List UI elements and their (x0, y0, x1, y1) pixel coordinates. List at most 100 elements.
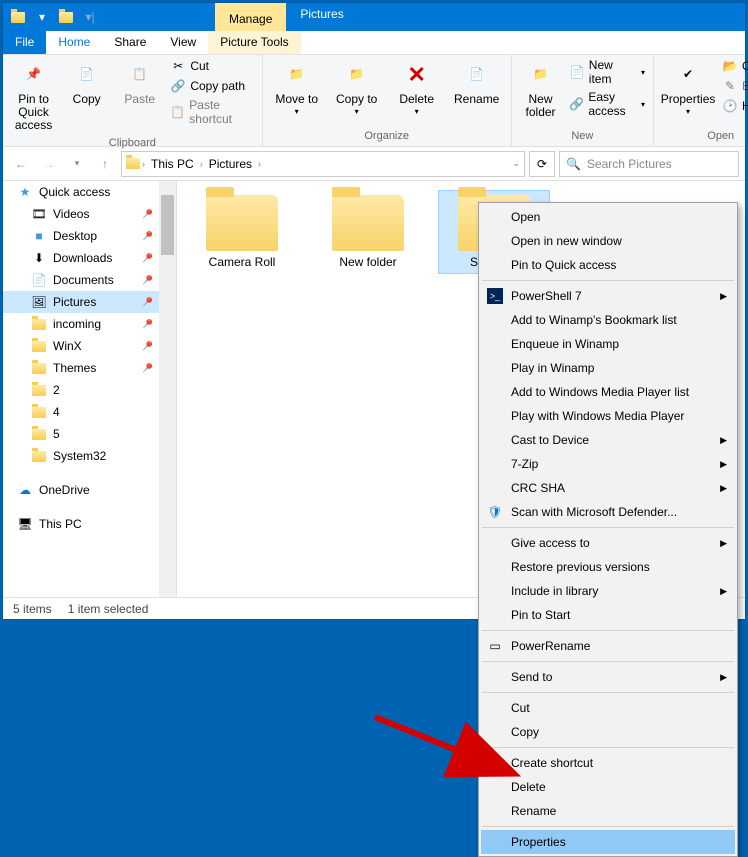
separator (482, 280, 734, 281)
ctx-pin-quick-access[interactable]: Pin to Quick access (481, 253, 735, 277)
cut-button[interactable]: ✂Cut (168, 57, 255, 75)
label: Easy access (588, 90, 637, 118)
label: This PC (39, 517, 82, 531)
ctx-winamp-bookmark[interactable]: Add to Winamp's Bookmark list (481, 308, 735, 332)
label: Add to Winamp's Bookmark list (511, 313, 677, 327)
up-button[interactable]: ↑ (93, 152, 117, 176)
ctx-restore-versions[interactable]: Restore previous versions (481, 555, 735, 579)
pin-icon: 📍 (138, 315, 157, 334)
nav-item-5[interactable]: 5 (3, 423, 176, 445)
nav-item-documents[interactable]: 📄Documents📍 (3, 269, 176, 291)
chevron-right-icon[interactable]: › (142, 159, 145, 169)
tab-file[interactable]: File (3, 31, 46, 54)
nav-item-system32[interactable]: System32 (3, 445, 176, 467)
ctx-rename[interactable]: Rename (481, 799, 735, 823)
nav-quick-access[interactable]: ★Quick access (3, 181, 176, 203)
ctx-powerrename[interactable]: ▭PowerRename (481, 634, 735, 658)
ctx-pin-start[interactable]: Pin to Start (481, 603, 735, 627)
chevron-right-icon[interactable]: › (200, 159, 203, 169)
folder-camera-roll[interactable]: Camera Roll (187, 191, 297, 273)
ctx-wmp-play[interactable]: Play with Windows Media Player (481, 404, 735, 428)
ctx-open[interactable]: Open (481, 205, 735, 229)
ctx-powershell[interactable]: >_PowerShell 7▶ (481, 284, 735, 308)
paste-button[interactable]: 📋 Paste (115, 57, 164, 108)
crumb-this-pc[interactable]: This PC (147, 157, 198, 171)
ctx-send-to[interactable]: Send to▶ (481, 665, 735, 689)
folder-icon (126, 158, 140, 169)
nav-this-pc[interactable]: 🖥This PC (3, 513, 176, 535)
open-button[interactable]: 📂Open▾ (720, 57, 748, 75)
label: Rename (454, 93, 499, 106)
nav-item-winx[interactable]: WinX📍 (3, 335, 176, 357)
new-item-button[interactable]: 📄New item▾ (567, 57, 647, 87)
manage-tab-header: Manage (215, 3, 286, 31)
ctx-crc-sha[interactable]: CRC SHA▶ (481, 476, 735, 500)
paste-shortcut-button[interactable]: 📋Paste shortcut (168, 97, 255, 127)
copy-button[interactable]: 📄 Copy (62, 57, 111, 108)
nav-scrollbar[interactable] (159, 181, 176, 597)
copy-to-button[interactable]: 📁Copy to▾ (329, 57, 385, 119)
nav-item-2[interactable]: 2 (3, 379, 176, 401)
qat-dropdown-icon[interactable]: ▾ (31, 6, 53, 28)
folder-new-folder[interactable]: New folder (313, 191, 423, 273)
ctx-winamp-enqueue[interactable]: Enqueue in Winamp (481, 332, 735, 356)
properties-button[interactable]: ✔Properties▾ (660, 57, 716, 119)
folder-icon (31, 360, 47, 376)
label: 4 (53, 405, 60, 419)
nav-item-videos[interactable]: 🎞Videos📍 (3, 203, 176, 225)
ctx-defender-scan[interactable]: 🛡Scan with Microsoft Defender... (481, 500, 735, 524)
group-label: New (518, 128, 647, 144)
folder-icon (31, 338, 47, 354)
desktop-icon: ■ (31, 228, 47, 244)
tab-share[interactable]: Share (102, 31, 158, 54)
label: Quick access (39, 185, 110, 199)
title-bar: ▾ ▾| Manage Pictures (3, 3, 745, 31)
breadcrumb[interactable]: › This PC › Pictures › ⌄ (121, 151, 525, 177)
delete-button[interactable]: ✕Delete▾ (389, 57, 445, 119)
nav-onedrive[interactable]: ☁OneDrive (3, 479, 176, 501)
ctx-cast[interactable]: Cast to Device▶ (481, 428, 735, 452)
recent-button[interactable]: ▾ (65, 152, 89, 176)
ctx-properties[interactable]: Properties (481, 830, 735, 854)
pin-quick-access-button[interactable]: 📌 Pin to Quick access (9, 57, 58, 135)
move-icon: 📁 (281, 59, 313, 91)
label: Copy path (190, 79, 245, 93)
ctx-winamp-play[interactable]: Play in Winamp (481, 356, 735, 380)
ctx-wmp-add[interactable]: Add to Windows Media Player list (481, 380, 735, 404)
ctx-include-library[interactable]: Include in library▶ (481, 579, 735, 603)
rename-button[interactable]: 📄Rename (449, 57, 505, 108)
tab-home[interactable]: Home (46, 31, 102, 54)
nav-item-4[interactable]: 4 (3, 401, 176, 423)
search-input[interactable]: 🔍 Search Pictures (559, 151, 739, 177)
tab-picture-tools[interactable]: Picture Tools (208, 31, 300, 54)
forward-button[interactable]: → (37, 152, 61, 176)
nav-item-pictures[interactable]: 🖼Pictures📍 (3, 291, 176, 313)
edit-button[interactable]: ✎Edit (720, 77, 748, 95)
ctx-7zip[interactable]: 7-Zip▶ (481, 452, 735, 476)
ctx-give-access[interactable]: Give access to▶ (481, 531, 735, 555)
label: Play in Winamp (511, 361, 594, 375)
nav-pane[interactable]: ★Quick access 🎞Videos📍 ■Desktop📍 ⬇Downlo… (3, 181, 177, 597)
chevron-right-icon[interactable]: › (258, 159, 261, 169)
nav-item-desktop[interactable]: ■Desktop📍 (3, 225, 176, 247)
tab-view[interactable]: View (158, 31, 208, 54)
easy-access-button[interactable]: 🔗Easy access▾ (567, 89, 647, 119)
nav-item-incoming[interactable]: incoming📍 (3, 313, 176, 335)
label: Videos (53, 207, 89, 221)
crumb-pictures[interactable]: Pictures (205, 157, 256, 171)
copy-path-button[interactable]: 🔗Copy path (168, 77, 255, 95)
chevron-down-icon[interactable]: ⌄ (512, 158, 520, 169)
nav-item-downloads[interactable]: ⬇Downloads📍 (3, 247, 176, 269)
move-to-button[interactable]: 📁Move to▾ (269, 57, 325, 119)
refresh-button[interactable]: ⟳ (529, 151, 555, 177)
scroll-thumb[interactable] (161, 195, 174, 255)
app-icon[interactable] (7, 6, 29, 28)
back-button[interactable]: ← (9, 152, 33, 176)
new-folder-button[interactable]: 📁New folder (518, 57, 564, 121)
nav-item-themes[interactable]: Themes📍 (3, 357, 176, 379)
label: Include in library (511, 584, 598, 598)
folder-icon[interactable] (55, 6, 77, 28)
history-button[interactable]: 🕑History (720, 97, 748, 115)
ctx-open-new-window[interactable]: Open in new window (481, 229, 735, 253)
label: Themes (53, 361, 96, 375)
